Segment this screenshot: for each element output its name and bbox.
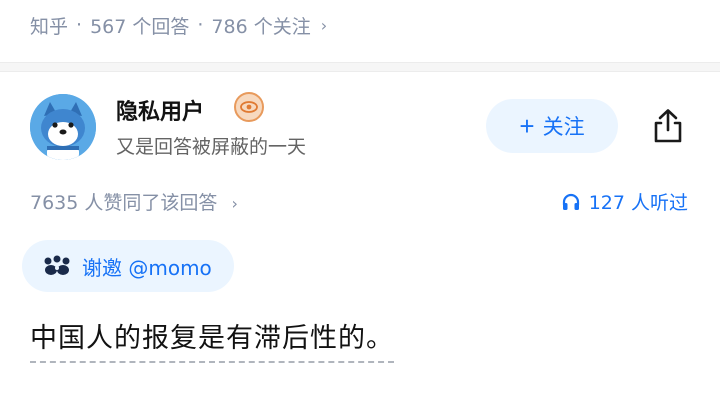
share-icon[interactable] xyxy=(648,106,688,146)
answer-body: 中国人的报复是有滞后性的。 xyxy=(30,316,394,363)
vote-summary[interactable]: 7635 人赞同了该回答 › xyxy=(30,188,238,215)
author-bio: 又是回答被屏蔽的一天 xyxy=(116,136,307,158)
chevron-right-icon: › xyxy=(320,15,328,35)
eye-badge-icon[interactable] xyxy=(234,92,264,122)
plus-icon: + xyxy=(519,111,535,141)
section-divider xyxy=(0,62,720,72)
separator: · xyxy=(76,14,83,36)
author-row: 隐私用户 又是回答被屏蔽的一天 + 关注 xyxy=(0,92,720,162)
thanks-invite-pill[interactable]: 谢邀 @momo xyxy=(22,240,234,292)
follower-count: 786 个关注 xyxy=(211,15,311,38)
follow-button[interactable]: + 关注 xyxy=(486,99,618,153)
vote-count: 7635 人赞同了该回答 xyxy=(30,192,218,214)
avatar[interactable] xyxy=(30,94,96,160)
question-meta-bar[interactable]: 知乎 · 567 个回答 · 786 个关注 › xyxy=(0,0,720,50)
thanks-label: 谢邀 @momo xyxy=(82,255,212,280)
listen-count[interactable]: 127 人听过 xyxy=(561,188,688,215)
chevron-right-icon: › xyxy=(231,194,238,213)
listen-label: 127 人听过 xyxy=(588,192,688,214)
avatar-mascot-icon xyxy=(30,94,96,160)
stats-row: 7635 人赞同了该回答 › 127 人听过 xyxy=(0,184,720,218)
author-name[interactable]: 隐私用户 xyxy=(116,94,204,126)
answer-count: 567 个回答 xyxy=(90,15,190,38)
source-label: 知乎 xyxy=(30,15,69,38)
follow-label: 关注 xyxy=(542,116,585,139)
separator: · xyxy=(197,14,204,36)
paw-hands-icon xyxy=(44,255,70,275)
headphones-icon xyxy=(562,193,579,210)
